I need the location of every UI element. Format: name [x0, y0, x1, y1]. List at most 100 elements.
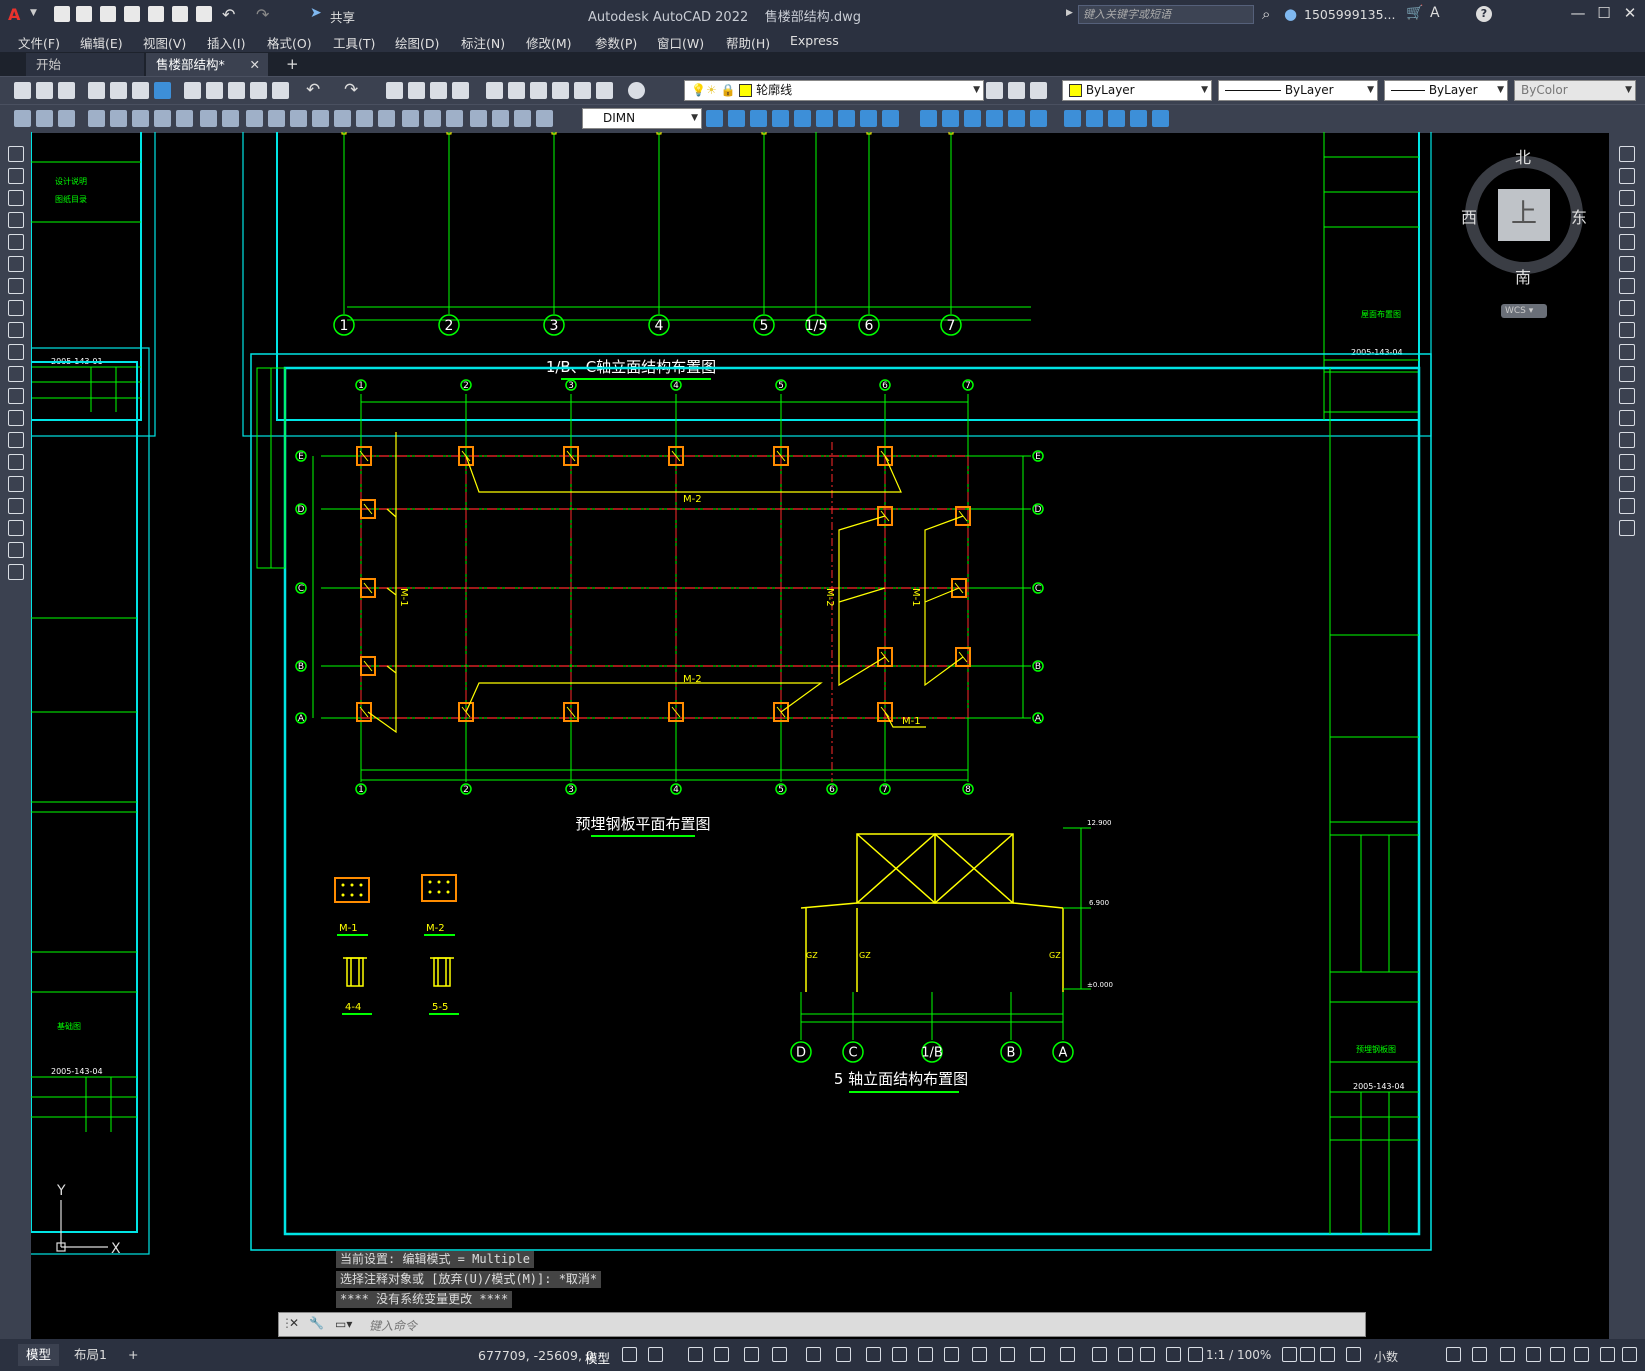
zoom-previous-icon[interactable]: [452, 82, 469, 99]
menu-tools[interactable]: 工具(T): [333, 33, 375, 52]
status-toggle-icon[interactable]: [1000, 1347, 1015, 1362]
markup-icon[interactable]: [574, 82, 591, 99]
wcs-menu-button[interactable]: WCS ▾: [1501, 304, 1547, 318]
print-preview-icon[interactable]: [110, 82, 127, 99]
modify-side-icon[interactable]: [1619, 366, 1635, 382]
modify-side-icon[interactable]: [1619, 168, 1635, 184]
dim-tool-icon[interactable]: [132, 110, 149, 127]
modify-side-icon[interactable]: [1619, 300, 1635, 316]
modify-tool-icon[interactable]: [794, 110, 811, 127]
tab-model[interactable]: 模型: [18, 1344, 60, 1366]
status-toggle-icon[interactable]: [1060, 1347, 1075, 1362]
viewcube-top-face[interactable]: 上: [1498, 189, 1550, 241]
menu-express[interactable]: Express: [790, 33, 839, 48]
properties-icon[interactable]: [486, 82, 503, 99]
modify-tool-icon[interactable]: [1130, 110, 1147, 127]
dim-tool-icon[interactable]: [200, 110, 217, 127]
layer-combo[interactable]: 💡☀ 🔒 轮廓线 ▼: [684, 80, 984, 101]
cut-icon[interactable]: [184, 82, 201, 99]
design-center-tb-icon[interactable]: [508, 82, 525, 99]
modify-tool-icon[interactable]: [816, 110, 833, 127]
cart-icon[interactable]: 🛒: [1406, 5, 1423, 21]
dim-tool-icon[interactable]: [536, 110, 553, 127]
dim-tool-icon[interactable]: [58, 110, 75, 127]
maximize-button[interactable]: ☐: [1592, 4, 1616, 22]
draw-tool-icon[interactable]: [8, 388, 24, 404]
copy-icon[interactable]: [206, 82, 223, 99]
draw-tool-icon[interactable]: [8, 476, 24, 492]
modify-side-icon[interactable]: [1619, 410, 1635, 426]
new-tab-button[interactable]: +: [276, 53, 309, 76]
draw-tool-icon[interactable]: [8, 300, 24, 316]
search-input[interactable]: 键入关键字或短语: [1078, 5, 1254, 24]
menu-help[interactable]: 帮助(H): [726, 33, 770, 52]
status-toggle-icon[interactable]: [972, 1347, 987, 1362]
status-toggle-icon[interactable]: [806, 1347, 821, 1362]
command-prompt-icon[interactable]: ▭▾: [335, 1317, 352, 1331]
modify-side-icon[interactable]: [1619, 322, 1635, 338]
linetype-combo[interactable]: ByLayer ▼: [1218, 80, 1378, 101]
status-toggle-icon[interactable]: [944, 1347, 959, 1362]
dimstyle-combo[interactable]: DIMN ▼: [582, 108, 702, 129]
undo-tb-icon[interactable]: ↶: [306, 80, 320, 100]
modify-side-icon[interactable]: [1619, 388, 1635, 404]
search-icon[interactable]: ⌕: [1262, 5, 1270, 23]
open-web-icon[interactable]: [148, 6, 164, 22]
dim-tool-icon[interactable]: [176, 110, 193, 127]
dim-tool-icon[interactable]: [88, 110, 105, 127]
status-toggle-icon[interactable]: [688, 1347, 703, 1362]
draw-tool-icon[interactable]: [8, 212, 24, 228]
command-close-icon[interactable]: ✕: [289, 1316, 299, 1330]
dim-tool-icon[interactable]: [492, 110, 509, 127]
dim-tool-icon[interactable]: [514, 110, 531, 127]
zoom-realtime-icon[interactable]: [408, 82, 425, 99]
dim-tool-icon[interactable]: [446, 110, 463, 127]
modify-tool-icon[interactable]: [964, 110, 981, 127]
modify-tool-icon[interactable]: [986, 110, 1003, 127]
status-toggle-icon[interactable]: [714, 1347, 729, 1362]
status-toggle-icon[interactable]: [1140, 1347, 1155, 1362]
command-input[interactable]: 键入命令: [369, 1317, 417, 1334]
paste-icon[interactable]: [228, 82, 245, 99]
menu-format[interactable]: 格式(O): [267, 33, 312, 52]
status-toggle-icon[interactable]: [1446, 1347, 1461, 1362]
dim-tool-icon[interactable]: [424, 110, 441, 127]
status-toggle-icon[interactable]: [772, 1347, 787, 1362]
status-toggle-icon[interactable]: [1472, 1347, 1487, 1362]
menu-parametric[interactable]: 参数(P): [595, 33, 637, 52]
dim-tool-icon[interactable]: [402, 110, 419, 127]
menu-file[interactable]: 文件(F): [18, 33, 60, 52]
modify-tool-icon[interactable]: [706, 110, 723, 127]
status-toggle-icon[interactable]: [1550, 1347, 1565, 1362]
user-icon[interactable]: ●: [1284, 5, 1297, 23]
status-toggle-icon[interactable]: [1300, 1347, 1315, 1362]
block-editor-icon[interactable]: [272, 82, 289, 99]
print-icon[interactable]: [88, 82, 105, 99]
modify-tool-icon[interactable]: [942, 110, 959, 127]
calculator-icon[interactable]: [596, 82, 613, 99]
modify-side-icon[interactable]: [1619, 234, 1635, 250]
open-file-icon[interactable]: [76, 6, 92, 22]
status-toggle-icon[interactable]: [1574, 1347, 1589, 1362]
draw-tool-icon[interactable]: [8, 542, 24, 558]
layer-properties-icon[interactable]: [986, 82, 1003, 99]
draw-tool-icon[interactable]: [8, 256, 24, 272]
dim-tool-icon[interactable]: [268, 110, 285, 127]
status-toggle-icon[interactable]: [1092, 1347, 1107, 1362]
status-toggle-icon[interactable]: [622, 1347, 637, 1362]
user-name[interactable]: 1505999135...: [1304, 7, 1395, 22]
dim-tool-icon[interactable]: [36, 110, 53, 127]
dim-tool-icon[interactable]: [154, 110, 171, 127]
status-toggle-icon[interactable]: [1030, 1347, 1045, 1362]
search-expand-icon[interactable]: ▶: [1066, 8, 1073, 18]
dim-tool-icon[interactable]: [222, 110, 239, 127]
redo-tb-icon[interactable]: ↷: [344, 80, 358, 100]
status-toggle-icon[interactable]: [836, 1347, 851, 1362]
match-properties-icon[interactable]: [250, 82, 267, 99]
modify-side-icon[interactable]: [1619, 344, 1635, 360]
compass-north[interactable]: 北: [1515, 144, 1531, 168]
compass-west[interactable]: 西: [1461, 204, 1477, 228]
status-toggle-icon[interactable]: [744, 1347, 759, 1362]
sheet-set-icon[interactable]: [552, 82, 569, 99]
dim-tool-icon[interactable]: [334, 110, 351, 127]
